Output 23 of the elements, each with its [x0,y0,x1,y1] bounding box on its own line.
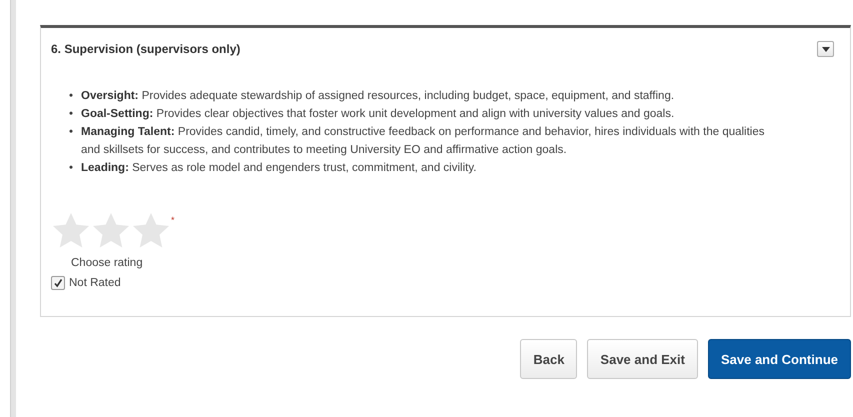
bullet-marker: • [69,89,74,104]
bullet-marker: • [69,125,74,140]
star-icon[interactable] [131,211,171,249]
star-icon[interactable] [51,211,91,249]
star-rating[interactable] [51,211,171,249]
criterion-text: Goal-Setting: Provides clear objectives that foster work unit development and align with university values and goals. [81,107,676,122]
bullet-marker: • [69,161,74,176]
not-rated-checkbox[interactable] [51,276,65,290]
rating-caption: Choose rating [71,257,144,269]
star-icon[interactable] [91,211,131,249]
checkbox-label: Not Rated [69,277,121,289]
section-title: 6. Supervision (supervisors only) [51,42,240,56]
action-button[interactable]: Save and Continue [708,339,851,379]
caret-icon [822,46,830,52]
criterion-text: Oversight: Provides adequate stewardship of assigned resources, including budget, space, equipment, and staffing. [81,89,676,104]
scrollbar[interactable] [10,0,16,417]
action-button[interactable]: Save and Exit [587,339,698,379]
bullet-marker: • [69,107,74,122]
criterion-text: Leading: Serves as role model and engenders trust, commitment, and civility. [81,161,478,176]
collapse-button[interactable] [817,41,834,57]
criterion-text: Managing Talent: Provides candid, timely, and constructive feedback on performance and behavior, hires individuals with the qualities and skillsets for success, and contributes to meeting University EO and affirmative action goals. [81,125,766,158]
action-button[interactable]: Back [520,339,578,379]
required-mark: * [171,215,175,225]
